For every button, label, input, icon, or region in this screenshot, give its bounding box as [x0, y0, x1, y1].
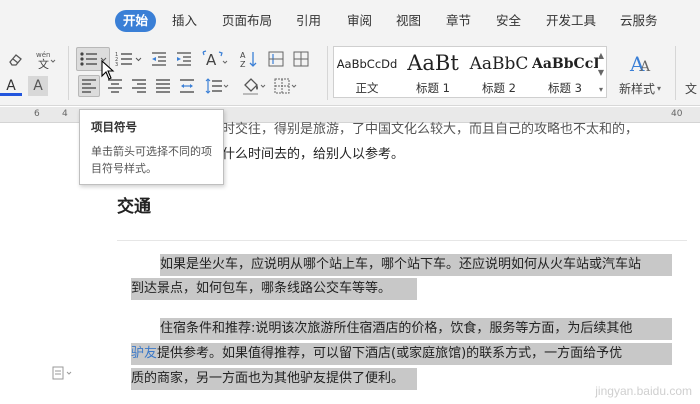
tooltip-description: 单击箭头可选择不同的项目符号样式。 [91, 145, 212, 175]
new-style-button[interactable]: 新样式 ▾ [612, 80, 668, 96]
new-style-label: 新样式 [618, 81, 655, 96]
ruler-number: 4 [62, 109, 68, 119]
line-spacing-icon[interactable] [203, 75, 231, 97]
mouse-cursor-icon [101, 59, 115, 84]
align-right-icon[interactable] [128, 75, 150, 97]
tab-references[interactable]: 引用 [296, 10, 321, 32]
selected-paragraph-line: 如果是坐火车，应说明从哪个站上车，哪个站下车。还应说明如何从火车站或汽车站 [160, 254, 672, 276]
toolbar-separator [675, 46, 676, 100]
selected-paragraph-line: 到达景点，如何包车，哪条线路公交车等等。 [131, 278, 417, 300]
char-scaling-icon[interactable]: A [200, 48, 230, 70]
style-normal[interactable]: AaBbCcDd 正文 [334, 47, 400, 97]
text-tools-label: 文 [684, 81, 697, 96]
new-style-dropdown-icon: ▾ [657, 83, 662, 93]
style-scroll-down-icon[interactable]: ▼ [596, 64, 606, 80]
increase-indent-icon[interactable] [173, 48, 195, 70]
selected-paragraph-line: 住宿条件和推荐:说明该次旅游所住宿酒店的价格，饮食，服务等方面，为后续其他 [160, 318, 672, 340]
menu-bar: 开始 插入 页面布局 引用 审阅 视图 章节 安全 开发工具 云服务 [0, 0, 700, 40]
new-style-icon[interactable]: AA [616, 48, 666, 78]
font-color-bar [0, 93, 22, 96]
style-expand-icon[interactable]: ▾ [596, 81, 606, 97]
svg-text:A: A [240, 51, 246, 60]
svg-text:Z: Z [240, 60, 246, 68]
style-gallery: AaBbCcDd 正文 AaBt 标题 1 AaBbC 标题 2 AaBbCcI… [333, 46, 607, 98]
heading-divider [117, 240, 687, 241]
ruler-number: 40 [671, 109, 683, 119]
watermark-text: jingyan.baidu.com [595, 384, 692, 398]
align-left-icon[interactable] [78, 75, 100, 97]
clear-format-icon[interactable] [4, 50, 26, 70]
tab-cloud[interactable]: 云服务 [620, 10, 658, 32]
selected-paragraph-line: 质的商家，另一方面也为其他驴友提供了便利。 [131, 368, 417, 390]
sort-icon[interactable]: AZ [238, 48, 260, 70]
numbering-icon[interactable]: 123 [113, 48, 145, 70]
pinyin-guide-icon[interactable]: wén 文 [32, 48, 58, 70]
style-heading-1[interactable]: AaBt 标题 1 [400, 47, 466, 97]
toolbar-separator [68, 46, 69, 100]
tab-start[interactable]: 开始 [115, 10, 157, 32]
style-heading-2-sample: AaBbC [469, 54, 529, 74]
paragraph-layout-icon[interactable] [52, 365, 74, 384]
link-text[interactable]: 驴友 [131, 346, 157, 361]
table-insert-icon[interactable] [290, 48, 314, 70]
svg-text:A: A [639, 59, 651, 75]
toolbar-separator [327, 46, 328, 100]
tooltip-title: 项目符号 [91, 120, 137, 134]
partial-text-line: 时交往，得别是旅游，了中国文化么较大，而且自己的攻略也不太和的， [222, 122, 639, 137]
tab-security[interactable]: 安全 [496, 10, 521, 32]
ruler-number: 6 [34, 109, 40, 119]
distribute-icon[interactable] [176, 75, 198, 97]
tab-insert[interactable]: 插入 [172, 10, 197, 32]
tab-developer[interactable]: 开发工具 [546, 10, 596, 32]
section-heading: 交通 [117, 197, 151, 217]
tab-review[interactable]: 审阅 [347, 10, 372, 32]
style-heading-1-sample: AaBt [407, 51, 459, 75]
shading-fill-icon[interactable] [240, 75, 268, 97]
show-marks-icon[interactable] [265, 48, 287, 70]
tab-page-layout[interactable]: 页面布局 [222, 10, 272, 32]
style-heading-3-label: 标题 3 [548, 81, 582, 95]
character-shading-letter: A [33, 78, 43, 94]
bullets-tooltip: 项目符号 单击箭头可选择不同的项目符号样式。 [79, 109, 224, 185]
character-shading-icon[interactable]: A [28, 76, 48, 96]
text-tools-button[interactable]: 文 [682, 80, 700, 96]
font-color-icon[interactable]: A [0, 76, 22, 96]
selected-paragraph-line: 驴友提供参考。如果值得推荐，可以留下酒店(或家庭旅馆)的联系方式，一方面给予优 [131, 343, 672, 365]
style-heading-2[interactable]: AaBbC 标题 2 [466, 47, 532, 97]
style-heading-3[interactable]: AaBbCcI 标题 3 [532, 47, 598, 97]
paragraph-text: 提供参考。如果值得推荐，可以留下酒店(或家庭旅馆)的联系方式，一方面给予优 [157, 346, 623, 361]
style-heading-1-label: 标题 1 [416, 81, 450, 95]
svg-text:文: 文 [38, 57, 49, 69]
decrease-indent-icon[interactable] [148, 48, 170, 70]
borders-icon[interactable] [272, 75, 300, 97]
tab-view[interactable]: 视图 [396, 10, 421, 32]
style-heading-2-label: 标题 2 [482, 81, 516, 95]
style-normal-label: 正文 [355, 81, 379, 95]
tab-section[interactable]: 章节 [446, 10, 471, 32]
paragraph-line: 什么时间去的，给别人以参考。 [222, 147, 405, 162]
justify-icon[interactable] [152, 75, 174, 97]
svg-text:3: 3 [115, 62, 118, 67]
font-color-letter: A [6, 78, 16, 94]
svg-text:A: A [206, 51, 217, 68]
style-scroll-up-icon[interactable]: ▲ [596, 47, 606, 63]
